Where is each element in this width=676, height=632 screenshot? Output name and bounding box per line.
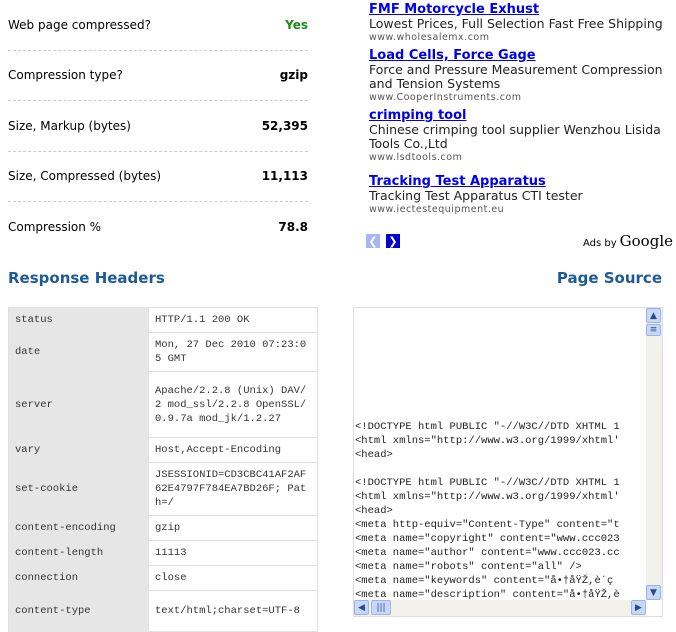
ad-url[interactable]: www.lsdtools.com	[369, 151, 669, 164]
header-value: Apache/2.2.8 (Unix) DAV/2 mod_ssl/2.2.8 …	[148, 371, 318, 438]
google-logo: Google	[619, 232, 673, 250]
scroll-up-icon[interactable]: ▲	[646, 308, 661, 323]
header-row: content-encoding gzip	[8, 515, 318, 541]
header-value: 11113	[148, 540, 318, 566]
header-row: status HTTP/1.1 200 OK	[8, 307, 318, 333]
header-value: gzip	[148, 515, 318, 541]
header-row: content-type text/html;charset=UTF-8	[8, 590, 318, 632]
stat-value: 78.8	[278, 220, 308, 235]
ad-item: FMF Motorcycle Exhust Lowest Prices, Full…	[369, 2, 669, 44]
stat-value: gzip	[279, 68, 308, 83]
scroll-thumb[interactable]: ≡	[646, 324, 661, 336]
header-key: set-cookie	[8, 462, 149, 516]
header-row: connection close	[8, 565, 318, 591]
stat-value: 11,113	[261, 169, 308, 184]
ad-item: crimping tool Chinese crimping tool suppl…	[369, 108, 669, 164]
ad-item: Load Cells, Force Gage Force and Pressure…	[369, 48, 669, 104]
ad-title-link[interactable]: crimping tool	[369, 108, 669, 123]
header-value: Mon, 27 Dec 2010 07:23:05 GMT	[148, 332, 318, 372]
scroll-right-icon[interactable]: ▶	[631, 600, 646, 615]
header-key: date	[8, 332, 149, 372]
ad-next-button[interactable]: ❯	[386, 234, 400, 248]
header-value: close	[148, 565, 318, 591]
scroll-thumb-horizontal[interactable]: |||	[371, 600, 391, 615]
header-row: content-length 11113	[8, 540, 318, 566]
stat-size-compressed: Size, Compressed (bytes) 11,113	[8, 152, 308, 202]
ad-title-link[interactable]: FMF Motorcycle Exhust	[369, 2, 669, 17]
header-row: date Mon, 27 Dec 2010 07:23:05 GMT	[8, 332, 318, 372]
page-source-code: <!DOCTYPE html PUBLIC "-//W3C//DTD XHTML…	[355, 421, 620, 601]
header-key: content-encoding	[8, 515, 149, 541]
scroll-down-icon[interactable]: ▼	[646, 585, 661, 600]
stat-size-markup: Size, Markup (bytes) 52,395	[8, 101, 308, 152]
response-headers-table: status HTTP/1.1 200 OK date Mon, 27 Dec 201…	[8, 307, 318, 632]
vertical-scrollbar[interactable]: ▲ ≡ ▼	[646, 308, 662, 600]
ad-item: Tracking Test Apparatus Tracking Test App…	[369, 174, 669, 216]
stat-value: 52,395	[261, 118, 308, 133]
ad-url[interactable]: www.CooperInstruments.com	[369, 91, 669, 104]
header-key: content-length	[8, 540, 149, 566]
header-row: server Apache/2.2.8 (Unix) DAV/2 mod_ssl/…	[8, 371, 318, 438]
horizontal-scrollbar[interactable]: ◀ ||| ▶	[354, 600, 646, 616]
response-headers-heading: Response Headers	[8, 269, 165, 287]
header-row: set-cookie JSESSIONID=CD3CBC41AF2AF62E479…	[8, 462, 318, 516]
ad-prev-button[interactable]: ❮	[366, 234, 380, 248]
stat-compressed: Web page compressed? Yes	[8, 0, 308, 51]
header-value: Host,Accept-Encoding	[148, 437, 318, 463]
compression-stats: Web page compressed? Yes Compression type…	[8, 0, 308, 253]
ad-title-link[interactable]: Load Cells, Force Gage	[369, 48, 669, 63]
header-key: connection	[8, 565, 149, 591]
ad-url[interactable]: www.wholesalemx.com	[369, 31, 669, 44]
ads-by-google[interactable]: Ads by Google	[583, 232, 673, 250]
header-key: server	[8, 371, 149, 438]
stat-compression-percent: Compression % 78.8	[8, 220, 308, 235]
header-value: JSESSIONID=CD3CBC41AF2AF62E4797F784EA7BD…	[148, 462, 318, 516]
ad-title-link[interactable]: Tracking Test Apparatus	[369, 174, 669, 189]
ad-nav: ❮ ❯	[366, 234, 400, 248]
ad-url[interactable]: www.iectestequipment.eu	[369, 203, 669, 216]
header-row: vary Host,Accept-Encoding	[8, 437, 318, 463]
ads-panel: FMF Motorcycle Exhust Lowest Prices, Full…	[369, 2, 669, 220]
header-key: vary	[8, 437, 149, 463]
header-value: text/html;charset=UTF-8	[148, 590, 318, 632]
scroll-left-icon[interactable]: ◀	[354, 600, 369, 615]
header-key: status	[8, 307, 149, 333]
stat-compression-type: Compression type? gzip	[8, 51, 308, 101]
stat-value: Yes	[285, 17, 308, 32]
page-source-box: <!DOCTYPE html PUBLIC "-//W3C//DTD XHTML…	[353, 307, 663, 617]
header-key: content-type	[8, 590, 149, 632]
page-source-heading: Page Source	[556, 269, 662, 287]
header-value: HTTP/1.1 200 OK	[148, 307, 318, 333]
